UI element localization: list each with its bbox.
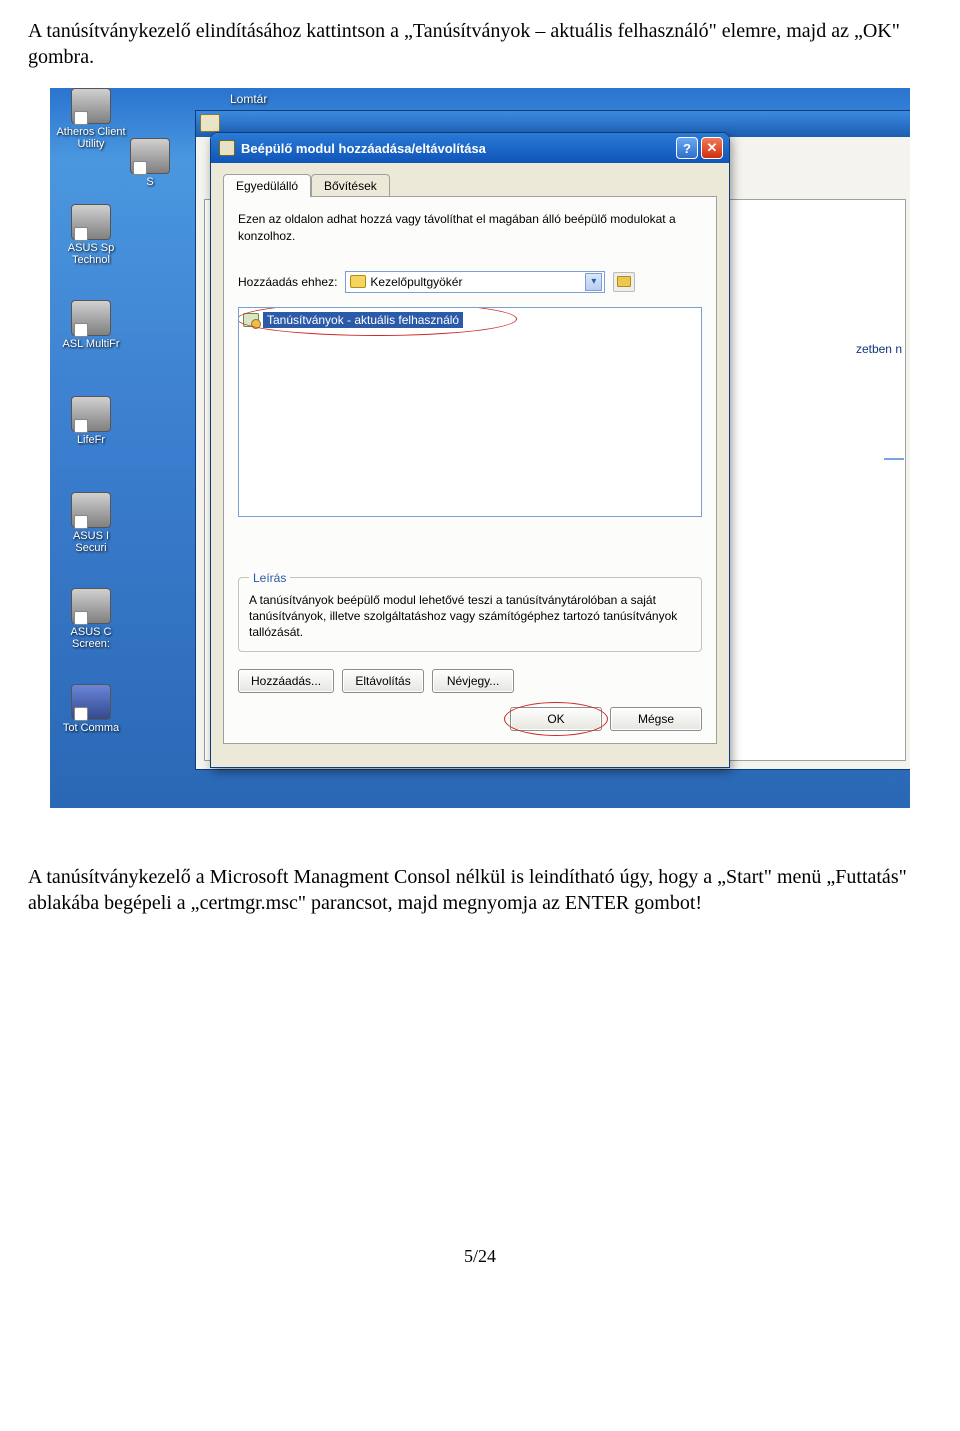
- snapin-listbox[interactable]: Tanúsítványok - aktuális felhasználó: [238, 307, 702, 517]
- mmc-window-icon: [200, 114, 220, 132]
- ok-button[interactable]: OK: [510, 707, 602, 731]
- desktop-icon-label: ASUS I Securi: [73, 530, 109, 554]
- remove-button[interactable]: Eltávolítás: [342, 669, 424, 693]
- description-text: A tanúsítványok beépülő modul lehetővé t…: [249, 593, 677, 639]
- help-button[interactable]: ?: [676, 137, 698, 159]
- tab-extensions[interactable]: Bővítések: [311, 174, 390, 197]
- desktop-icon-tot-comma[interactable]: Tot Comma: [56, 684, 126, 734]
- desktop-icon-label: LifeFr: [77, 434, 105, 446]
- desktop-icon-label: Tot Comma: [63, 722, 119, 734]
- desktop-icon-label: ASUS C Screen:: [71, 626, 112, 650]
- dialog-title-icon: [219, 140, 235, 156]
- dialog-bottom-buttons: OK Mégse: [510, 707, 702, 731]
- desktop-icon-label: ASUS Sp Technol: [68, 242, 114, 266]
- dialog-titlebar[interactable]: Beépülő modul hozzáadása/eltávolítása ? …: [211, 133, 729, 163]
- description-legend: Leírás: [249, 570, 290, 586]
- tab-panel: Ezen az oldalon adhat hozzá vagy távolít…: [223, 196, 717, 744]
- desktop-icon-asus-securi[interactable]: ASUS I Securi: [56, 492, 126, 554]
- dialog-tabs: Egyedülálló Bővítések: [211, 163, 729, 196]
- certificate-icon: [243, 313, 259, 327]
- add-to-row: Hozzáadás ehhez: Kezelőpultgyökér ▾: [238, 271, 702, 293]
- instruction-paragraph-2: A tanúsítványkezelő a Microsoft Managmen…: [0, 818, 960, 926]
- desktop-icon-lomtar-label: Lomtár: [230, 92, 267, 106]
- snapin-dialog: Beépülő modul hozzáadása/eltávolítása ? …: [210, 132, 730, 768]
- new-folder-button[interactable]: [613, 272, 635, 292]
- chevron-down-icon[interactable]: ▾: [585, 273, 602, 291]
- desktop-icons-column: Atheros Client Utility S ASUS Sp Technol…: [50, 88, 200, 808]
- desktop-icon-label: S: [146, 176, 153, 188]
- list-item-label: Tanúsítványok - aktuális felhasználó: [263, 312, 463, 328]
- desktop-icon-asus-sp[interactable]: ASUS Sp Technol: [56, 204, 126, 266]
- desktop-icon-asl-multifr[interactable]: ASL MultiFr: [56, 300, 126, 350]
- snapin-action-buttons: Hozzáadás... Eltávolítás Névjegy...: [238, 669, 514, 693]
- mmc-background-text: zetben n: [856, 342, 902, 356]
- desktop-icon-lifefr[interactable]: LifeFr: [56, 396, 126, 446]
- combobox-value: Kezelőpultgyökér: [370, 275, 462, 289]
- desktop-icon-label: ASL MultiFr: [62, 338, 119, 350]
- add-to-combobox[interactable]: Kezelőpultgyökér ▾: [345, 271, 605, 293]
- close-button[interactable]: ✕: [701, 137, 723, 159]
- desktop-icon-s[interactable]: S: [130, 138, 170, 188]
- description-group: Leírás A tanúsítványok beépülő modul leh…: [238, 577, 702, 652]
- background-dash: [884, 458, 904, 460]
- new-folder-icon: [617, 276, 631, 287]
- tab-standalone[interactable]: Egyedülálló: [223, 174, 311, 197]
- desktop-icon-label: Atheros Client Utility: [56, 126, 125, 150]
- cancel-button[interactable]: Mégse: [610, 707, 702, 731]
- desktop-screenshot: Atheros Client Utility S ASUS Sp Technol…: [50, 88, 910, 808]
- info-text: Ezen az oldalon adhat hozzá vagy távolít…: [238, 211, 702, 245]
- desktop-icon-asus-screen[interactable]: ASUS C Screen:: [56, 588, 126, 650]
- about-button[interactable]: Névjegy...: [432, 669, 514, 693]
- instruction-paragraph-1: A tanúsítványkezelő elindításához kattin…: [0, 0, 960, 80]
- add-button[interactable]: Hozzáadás...: [238, 669, 334, 693]
- page-number: 5/24: [0, 926, 960, 1287]
- folder-icon: [350, 275, 366, 288]
- screenshot-container: Atheros Client Utility S ASUS Sp Technol…: [0, 80, 960, 818]
- add-to-label: Hozzáadás ehhez:: [238, 275, 337, 289]
- dialog-title: Beépülő modul hozzáadása/eltávolítása: [241, 141, 486, 156]
- desktop-icon-atheros[interactable]: Atheros Client Utility: [56, 88, 126, 150]
- list-item-certificates[interactable]: Tanúsítványok - aktuális felhasználó: [243, 311, 463, 329]
